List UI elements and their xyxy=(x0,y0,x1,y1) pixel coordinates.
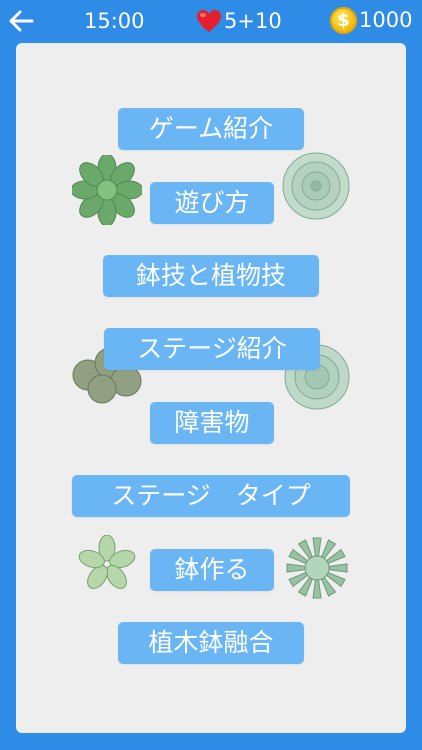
time-display: 15:00 xyxy=(84,9,145,33)
back-arrow-icon[interactable] xyxy=(6,6,36,36)
heart-icon xyxy=(197,10,221,32)
top-status-bar: 15:00 5+10 $ 1000 xyxy=(0,0,422,42)
succulent-plant-icon xyxy=(78,535,136,589)
how-to-play-button[interactable]: 遊び方 xyxy=(150,182,274,224)
stage-type-button[interactable]: ステージ タイプ xyxy=(72,475,350,517)
lives-value: 5+10 xyxy=(224,9,282,33)
succulent-plant-icon xyxy=(282,152,350,220)
succulent-plant-icon xyxy=(286,537,348,599)
pot-fusion-button[interactable]: 植木鉢融合 xyxy=(118,622,304,664)
obstacles-button[interactable]: 障害物 xyxy=(150,402,274,444)
coin-icon: $ xyxy=(330,6,357,34)
game-intro-button[interactable]: ゲーム紹介 xyxy=(118,108,304,150)
succulent-plant-icon xyxy=(72,155,142,225)
lives-counter: 5+10 xyxy=(196,8,282,34)
stage-intro-button[interactable]: ステージ紹介 xyxy=(104,328,320,370)
make-pot-button[interactable]: 鉢作る xyxy=(150,549,274,591)
pot-plant-skills-button[interactable]: 鉢技と植物技 xyxy=(103,255,319,297)
coin-counter: $ 1000 xyxy=(330,5,412,35)
coin-value: 1000 xyxy=(359,8,413,32)
